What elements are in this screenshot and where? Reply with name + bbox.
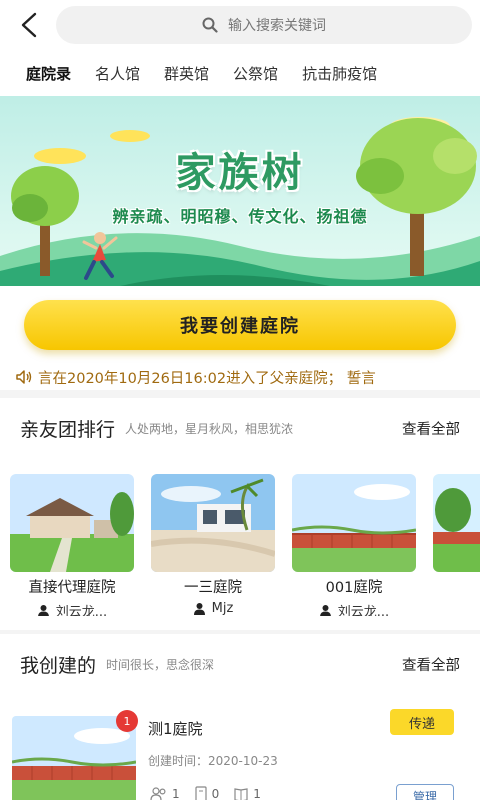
notification-badge: 1	[116, 710, 138, 732]
courtyard-image	[292, 474, 416, 572]
courtyard-owner: 刘云龙...	[292, 601, 416, 616]
view-all-link[interactable]: 查看全部	[402, 654, 460, 675]
section-subtitle: 人处两地，星月秋风，相思犹浓	[125, 421, 294, 436]
tab-celebrity-hall[interactable]: 名人馆	[95, 63, 140, 84]
create-courtyard-button[interactable]: 我要创建庭院	[24, 300, 456, 350]
owner-name: Mjz	[211, 601, 234, 616]
courtyard-card[interactable]: 001庭院 刘云龙...	[292, 474, 416, 616]
notice-text: 言在2020年10月26日16:02进入了父亲庭院； 誓言	[38, 370, 376, 387]
user-icon	[37, 605, 49, 616]
friends-section-header: 亲友团排行 人处两地，星月秋风，相思犹浓 查看全部	[20, 398, 460, 458]
tab-heroes-hall[interactable]: 群英馆	[164, 63, 209, 84]
stat-members-value: 1	[172, 787, 180, 800]
manage-button[interactable]: 管理	[396, 784, 454, 800]
tab-epidemic-hall[interactable]: 抗击肺疫馆	[302, 63, 377, 84]
friends-ranking-section: 亲友团排行 人处两地，星月秋风，相思犹浓 查看全部 直接代理庭院 刘云龙... …	[0, 398, 480, 630]
stat-books: 1	[233, 786, 261, 800]
courtyard-card[interactable]: 叽叽	[433, 474, 480, 614]
courtyard-stats: 1 0 1	[150, 786, 261, 800]
section-subtitle: 时间很长，思念很深	[106, 657, 215, 672]
create-button-area: 我要创建庭院	[0, 286, 480, 364]
courtyard-owner	[433, 601, 480, 614]
courtyard-owner: 刘云龙...	[10, 601, 134, 616]
back-button[interactable]	[14, 8, 44, 42]
tab-courtyard-records[interactable]: 庭院录	[26, 63, 71, 84]
courtyard-name: 叽叽	[433, 576, 480, 597]
user-icon	[319, 605, 331, 616]
stat-records: 0	[194, 786, 220, 800]
search-placeholder: 输入搜索关键词	[228, 18, 326, 34]
courtyard-card[interactable]: 直接代理庭院 刘云龙...	[10, 474, 134, 616]
courtyard-image	[433, 474, 480, 572]
courtyard-name: 001庭院	[325, 580, 383, 596]
courtyard-card-list: 直接代理庭院 刘云龙... 一三庭院 Mjz 001庭院 刘云龙...	[10, 474, 480, 616]
search-icon	[202, 17, 218, 33]
view-all-link[interactable]: 查看全部	[402, 418, 460, 439]
banner-title: 家族树	[175, 149, 305, 196]
stat-books-value: 1	[253, 787, 261, 800]
courtyard-image	[151, 474, 275, 572]
user-icon	[193, 603, 205, 615]
book-icon	[234, 788, 248, 800]
my-courtyard-date: 创建时间：2020-10-23	[148, 754, 278, 768]
courtyard-name: 直接代理庭院	[28, 580, 116, 596]
my-courtyard-name[interactable]: 测1庭院	[148, 718, 203, 739]
top-bar: 输入搜索关键词	[0, 0, 480, 50]
owner-name: 刘云龙...	[55, 605, 108, 616]
people-icon	[150, 787, 166, 800]
owner-name: 刘云龙...	[337, 605, 390, 616]
stat-records-value: 0	[211, 787, 220, 800]
tab-memorial-hall[interactable]: 公祭馆	[233, 63, 278, 84]
document-icon	[195, 786, 207, 800]
family-tree-banner[interactable]: 家族树 辨亲疏、明昭穆、传文化、扬祖德	[0, 96, 480, 286]
courtyard-name: 一三庭院	[184, 580, 242, 596]
pass-on-button[interactable]: 传递	[390, 709, 454, 735]
section-title: 我创建的	[20, 654, 97, 677]
courtyard-image	[10, 474, 134, 572]
speaker-icon	[16, 370, 32, 384]
courtyard-image	[12, 716, 136, 800]
stat-members: 1	[150, 786, 180, 800]
mine-section-header: 我创建的 时间很长，思念很深 查看全部	[20, 634, 460, 694]
category-tabs: 庭院录 名人馆 群英馆 公祭馆 抗击肺疫馆	[0, 50, 480, 96]
notice-marquee[interactable]: 言在2020年10月26日16:02进入了父亲庭院； 誓言	[0, 364, 480, 390]
section-title: 亲友团排行	[20, 418, 116, 441]
chevron-left-icon	[21, 12, 37, 38]
search-bar[interactable]: 输入搜索关键词	[56, 6, 472, 44]
banner-subtitle: 辨亲疏、明昭穆、传文化、扬祖德	[112, 207, 368, 226]
courtyard-card[interactable]: 一三庭院 Mjz	[151, 474, 275, 616]
courtyard-owner: Mjz	[151, 601, 275, 616]
